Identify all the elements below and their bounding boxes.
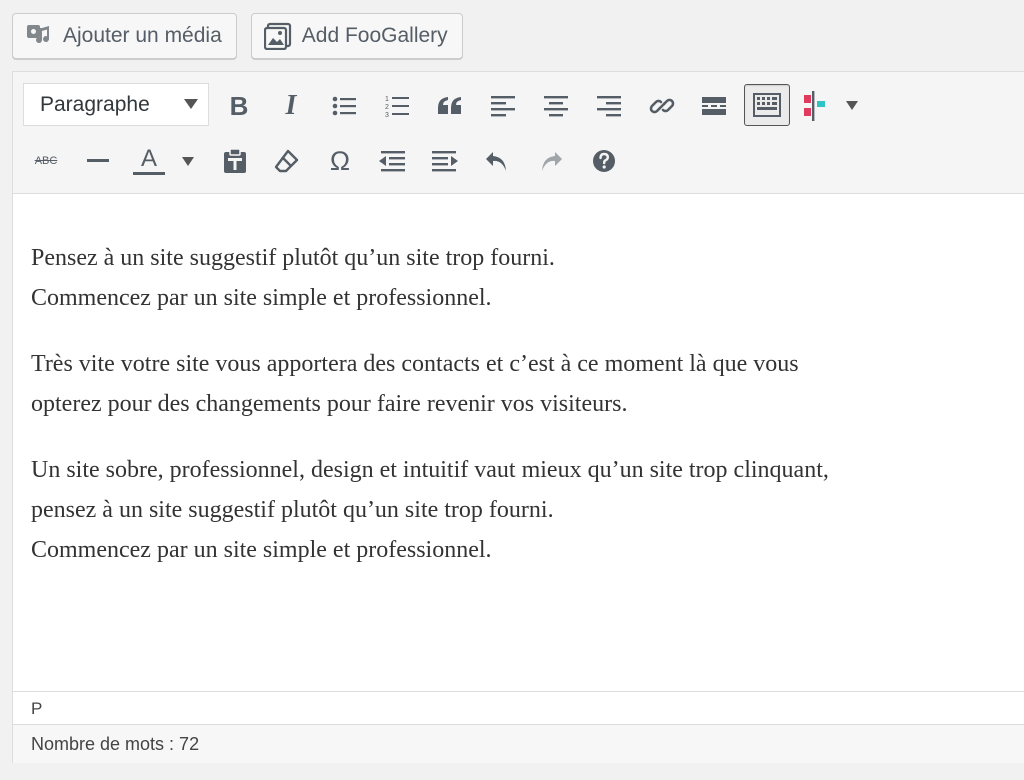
chevron-down-icon[interactable] (182, 157, 194, 166)
text-color-icon: A (133, 144, 165, 175)
add-foogallery-button[interactable]: Add FooGallery (250, 13, 463, 59)
align-left-button[interactable] (480, 85, 526, 127)
editor-toolbar: Paragraphe B I 1 2 3 ABC A Ω (13, 72, 1024, 194)
bold-button[interactable]: B (216, 85, 262, 127)
paste-as-text-button[interactable] (212, 140, 258, 182)
read-more-icon (702, 97, 726, 115)
media-buttons: Ajouter un média Add FooGallery (12, 13, 463, 59)
gallery-icon (263, 22, 292, 50)
read-more-button[interactable] (691, 85, 737, 127)
format-select[interactable]: Paragraphe (23, 83, 209, 126)
decrease-indent-button[interactable] (369, 140, 415, 182)
add-media-button[interactable]: Ajouter un média (12, 13, 237, 59)
toolbar-row-1: Paragraphe B I 1 2 3 (13, 80, 1024, 132)
editor: Paragraphe B I 1 2 3 ABC A Ω Pensez à un… (12, 71, 1024, 763)
align-right-button[interactable] (586, 85, 632, 127)
text-color-button[interactable]: A (126, 140, 172, 182)
italic-button[interactable]: I (268, 85, 314, 127)
horizontal-rule-icon (87, 159, 109, 162)
align-left-icon (491, 96, 515, 117)
blockquote-button[interactable] (427, 85, 473, 127)
chevron-down-icon[interactable] (846, 101, 858, 110)
content-line: Commencez par un site simple et professi… (31, 537, 492, 563)
link-icon (649, 98, 675, 114)
decrease-indent-icon (379, 151, 405, 172)
paste-as-text-icon (224, 148, 246, 173)
word-count: Nombre de mots : 72 (31, 734, 200, 754)
text-color-swatch (133, 171, 165, 175)
media-icon (25, 22, 53, 50)
content-line: pensez à un site suggestif plutôt qu’un … (31, 497, 554, 523)
help-button[interactable] (581, 140, 627, 182)
toolbar-row-2: ABC A Ω (13, 136, 1024, 188)
undo-button[interactable] (475, 140, 521, 182)
status-bar: Nombre de mots : 72 (13, 724, 1024, 763)
numbered-list-button[interactable]: 1 2 3 (374, 85, 420, 127)
bulleted-list-icon (332, 96, 356, 116)
link-button[interactable] (639, 85, 685, 127)
help-icon (593, 150, 615, 172)
bold-icon: B (229, 91, 249, 121)
special-character-icon: Ω (329, 145, 351, 176)
italic-icon: I (285, 90, 297, 121)
element-path-item[interactable]: P (31, 699, 42, 718)
toolbar-toggle-icon (753, 93, 781, 117)
clear-formatting-icon (274, 149, 299, 173)
table-of-contents-icon (804, 91, 825, 121)
increase-indent-button[interactable] (422, 140, 468, 182)
align-center-icon (544, 96, 568, 117)
editor-content[interactable]: Pensez à un site suggestif plutôt qu’un … (13, 194, 1024, 691)
add-foogallery-label: Add FooGallery (301, 24, 448, 47)
blockquote-icon (438, 97, 461, 114)
svg-text:2: 2 (385, 104, 389, 111)
format-select-value: Paragraphe (40, 92, 150, 116)
redo-icon (542, 152, 562, 171)
numbered-list-icon: 1 2 3 (385, 96, 409, 118)
clear-formatting-button[interactable] (264, 140, 310, 182)
bulleted-list-button[interactable] (321, 85, 367, 127)
undo-icon (486, 152, 506, 171)
text-color-glyph: A (140, 144, 157, 172)
content-paragraph: Un site sobre, professionnel, design et … (31, 450, 1024, 570)
align-center-button[interactable] (533, 85, 579, 127)
chevron-down-icon (184, 99, 198, 109)
content-line: opterez pour des changements pour faire … (31, 391, 628, 417)
special-character-button[interactable]: Ω (317, 140, 363, 182)
align-right-icon (597, 96, 621, 117)
content-line: Un site sobre, professionnel, design et … (31, 457, 829, 483)
redo-button[interactable] (527, 140, 573, 182)
horizontal-rule-button[interactable] (75, 140, 121, 182)
content-line: Commencez par un site simple et professi… (31, 285, 492, 311)
strikethrough-button[interactable]: ABC (23, 140, 69, 182)
content-line: Très vite votre site vous apportera des … (31, 351, 799, 377)
strikethrough-icon: ABC (34, 155, 58, 167)
content-paragraph: Pensez à un site suggestif plutôt qu’un … (31, 238, 1024, 318)
add-media-label: Ajouter un média (63, 24, 222, 47)
element-path[interactable]: P (13, 691, 1024, 724)
svg-text:1: 1 (385, 96, 389, 103)
increase-indent-icon (432, 151, 458, 172)
table-of-contents-button[interactable] (796, 85, 842, 127)
content-line: Pensez à un site suggestif plutôt qu’un … (31, 245, 555, 271)
content-paragraph: Très vite votre site vous apportera des … (31, 344, 1024, 424)
toolbar-toggle-button[interactable] (744, 84, 790, 126)
svg-text:3: 3 (385, 112, 389, 118)
